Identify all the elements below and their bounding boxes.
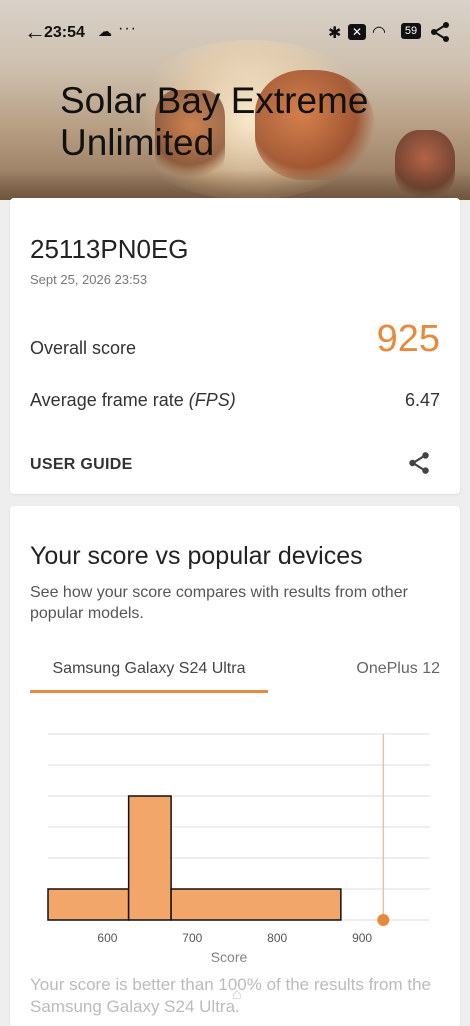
chart-bar: [127, 795, 172, 921]
share-icon[interactable]: [406, 450, 432, 476]
chart-x-tick-label: 600: [97, 931, 117, 945]
result-date: Sept 25, 2026 23:53: [30, 272, 148, 287]
more-dots-icon: ···: [118, 20, 137, 37]
wifi-icon: ◠: [372, 24, 386, 41]
share-icon[interactable]: [428, 20, 452, 44]
status-bar: ← 23:54 ☁ ··· ✱ ✕ ◠ 59: [0, 20, 470, 46]
status-time: 23:54: [44, 24, 85, 41]
bluetooth-icon: ✱: [328, 25, 342, 42]
chart-x-tick-label: 900: [352, 931, 372, 945]
fps-label-main: Average frame rate: [30, 390, 189, 410]
swipe-hint-icon: ⌂: [232, 986, 242, 1003]
cloud-icon: ☁: [98, 23, 112, 39]
chart-x-tick-label: 700: [182, 931, 202, 945]
tab-oneplus-12[interactable]: OnePlus 12: [330, 660, 440, 678]
chart-bar: [47, 888, 130, 921]
tab-samsung-galaxy-s24-ultra[interactable]: Samsung Galaxy S24 Ultra: [30, 660, 268, 678]
battery-icon: 59: [401, 23, 421, 39]
device-name: 25113PN0EG: [30, 234, 189, 264]
comparison-title: Your score vs popular devices: [30, 542, 363, 570]
back-arrow-icon[interactable]: ←: [24, 20, 46, 44]
fps-label: Average frame rate (FPS): [30, 390, 236, 411]
comparison-card: Your score vs popular devices See how yo…: [10, 506, 460, 1026]
page-title: Solar Bay Extreme Unlimited: [60, 80, 369, 163]
hero-floor: [0, 170, 470, 200]
comparison-description: See how your score compares with results…: [30, 584, 408, 622]
user-guide-link[interactable]: USER GUIDE: [30, 456, 133, 474]
mute-icon: ✕: [348, 24, 366, 40]
fps-label-unit: (FPS): [188, 390, 236, 410]
your-score-marker: [377, 914, 390, 926]
tab-selected-underline: [30, 690, 268, 693]
result-card: 25113PN0EG Sept 25, 2026 23:53 Overall s…: [10, 198, 460, 494]
chart-bar: [170, 888, 342, 921]
chart-x-tick-label: 800: [267, 931, 287, 945]
overall-score-label: Overall score: [30, 338, 137, 358]
fps-value: 6.47: [404, 390, 440, 410]
score-distribution-chart: 600700800900Score: [47, 733, 430, 965]
overall-score-value: 925: [376, 318, 440, 360]
